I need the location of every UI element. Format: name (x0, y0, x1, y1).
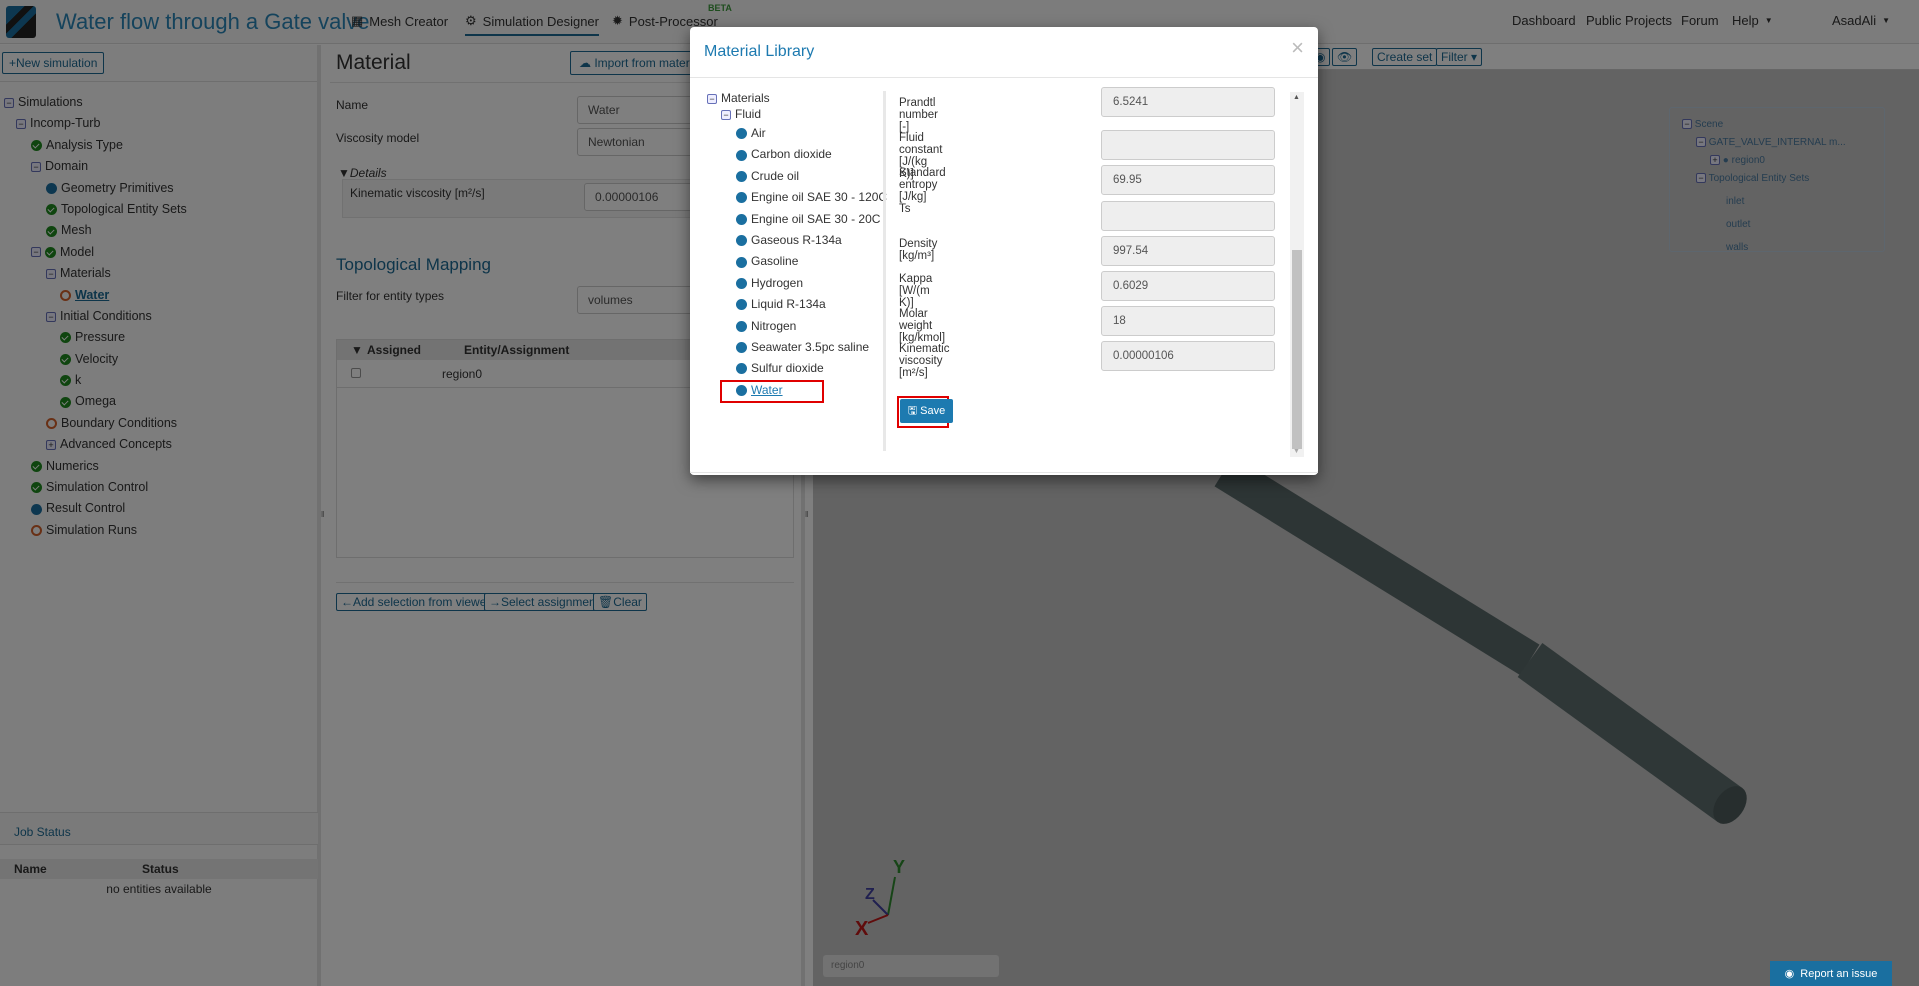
material-label: Engine oil SAE 30 - 20C (751, 211, 881, 226)
material-item[interactable]: Crude oil (707, 166, 887, 187)
property-label: Standard entropy [J/kg] (899, 167, 946, 204)
material-item[interactable]: Sulfur dioxide (707, 358, 887, 379)
material-tree: − Materials − Fluid Air Carbon dioxide Crude… (707, 91, 887, 401)
dot-icon (736, 128, 747, 140)
divider (883, 91, 886, 451)
property-label: Ts (899, 202, 911, 215)
eye-icon: ◉ (1784, 968, 1795, 980)
material-item[interactable]: Gasoline (707, 251, 887, 272)
dot-icon (736, 277, 747, 289)
property-input[interactable]: 69.95 (1101, 165, 1275, 196)
material-label: Air (751, 126, 766, 141)
property-label: Prandtl number [-] (899, 97, 938, 133)
dot-icon (736, 213, 747, 225)
property-label: Molar weight [kg/kmol] (899, 308, 946, 345)
material-list: Air Carbon dioxide Crude oil Engine oil SAE… (707, 123, 887, 401)
material-label: Gaseous R-134a (751, 233, 842, 248)
close-icon[interactable]: × (1291, 35, 1304, 61)
button-label: Report an issue (1800, 967, 1878, 980)
material-label: Gasoline (751, 254, 799, 269)
property-label: Kinematic viscosity [m²/s] (899, 343, 950, 380)
scrollbar-thumb[interactable] (1292, 250, 1302, 449)
property-input[interactable] (1101, 200, 1275, 231)
material-item[interactable]: Air (707, 123, 887, 144)
material-item[interactable]: Engine oil SAE 30 - 20C (707, 209, 887, 230)
material-label: Crude oil (751, 168, 800, 183)
tree-materials[interactable]: − Materials (707, 91, 887, 107)
dot-icon (736, 192, 747, 204)
scrollbar[interactable]: ▲ ▼ (1290, 92, 1304, 457)
dot-icon (736, 363, 747, 375)
property-input[interactable]: 6.5241 (1101, 87, 1275, 117)
property-input[interactable]: 997.54 (1101, 235, 1275, 266)
highlight-box (720, 380, 824, 403)
property-input[interactable]: 0.6029 (1101, 271, 1275, 301)
collapse-icon[interactable]: − (707, 94, 717, 104)
property-input[interactable]: 0.00000106 (1101, 341, 1275, 372)
material-label: Nitrogen (751, 318, 797, 333)
material-label: Engine oil SAE 30 - 120C (751, 190, 888, 205)
material-item[interactable]: Engine oil SAE 30 - 120C (707, 187, 887, 208)
material-label: Liquid R-134a (751, 297, 826, 312)
save-button[interactable]: 🖫 Save (900, 399, 953, 423)
material-item[interactable]: Seawater 3.5pc saline (707, 337, 887, 358)
material-label: Carbon dioxide (751, 147, 832, 162)
material-item[interactable]: Nitrogen (707, 316, 887, 337)
property-label: Density [kg/m³] (899, 237, 938, 262)
property-label: Kappa [W/(m K)] (899, 273, 933, 309)
scroll-down-icon[interactable]: ▼ (1293, 448, 1300, 455)
material-label: Sulfur dioxide (751, 361, 824, 376)
dot-icon (736, 342, 747, 354)
button-label: Save (920, 405, 946, 417)
collapse-icon[interactable]: − (721, 110, 731, 120)
material-item[interactable]: Gaseous R-134a (707, 230, 887, 251)
property-input[interactable]: 18 (1101, 306, 1275, 337)
material-item[interactable]: Hydrogen (707, 273, 887, 294)
property-input[interactable] (1101, 130, 1275, 161)
material-item[interactable]: Carbon dioxide (707, 144, 887, 165)
dot-icon (736, 320, 747, 332)
dot-icon (736, 256, 747, 268)
floppy-disk-icon: 🖫 (907, 404, 918, 417)
material-label: Seawater 3.5pc saline (751, 340, 870, 354)
dot-icon (736, 170, 747, 182)
material-library-modal: Material Library × − Materials − Fluid Air… (690, 27, 1318, 475)
modal-title: Material Library (704, 43, 815, 60)
dot-icon (736, 235, 747, 247)
scroll-up-icon[interactable]: ▲ (1293, 94, 1300, 101)
dot-icon (736, 149, 747, 161)
material-label: Hydrogen (751, 275, 804, 290)
report-issue-button[interactable]: ◉ Report an issue (1770, 961, 1892, 986)
dot-icon (736, 299, 747, 311)
material-item[interactable]: Liquid R-134a (707, 294, 887, 315)
